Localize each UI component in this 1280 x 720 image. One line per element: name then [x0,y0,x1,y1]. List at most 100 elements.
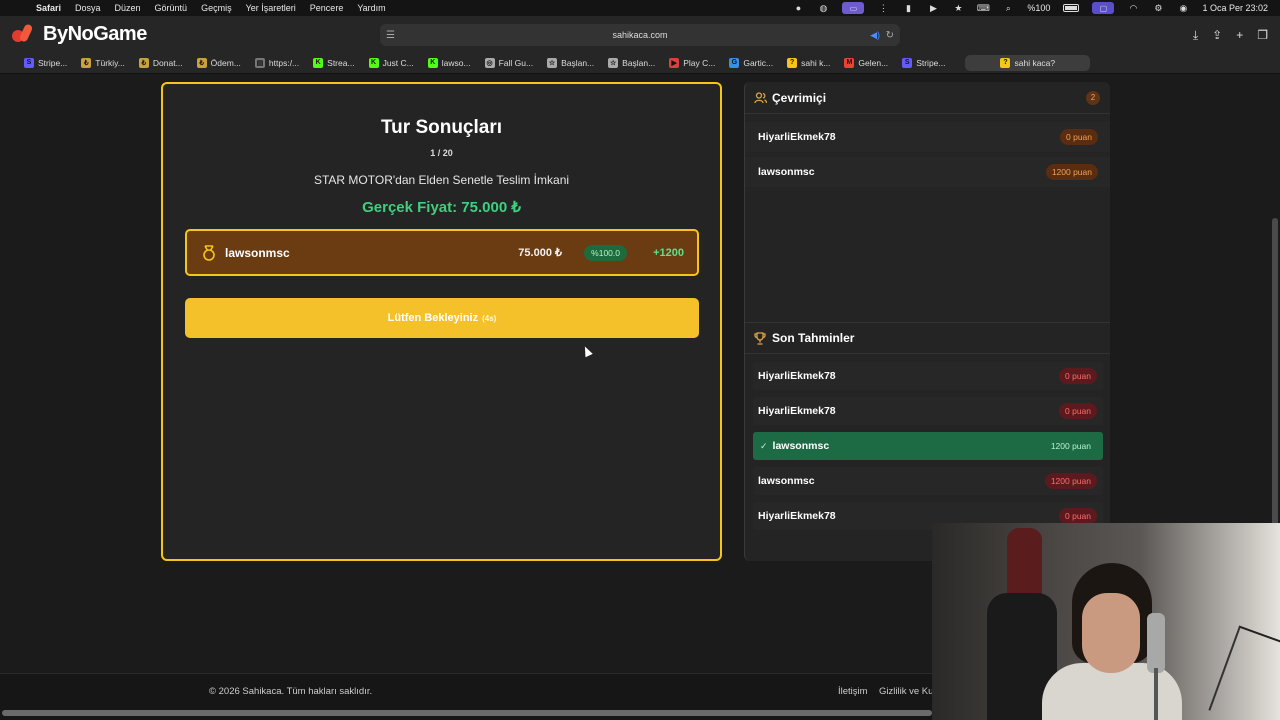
guess-row-correct: ✓ lawsonmsc 1200 puan [753,432,1103,460]
guess-score: 0 puan [1059,368,1097,384]
real-price: Gerçek Fiyat: 75.000 ₺ [362,199,521,216]
bookmark-item[interactable]: ₺ Ödem... [196,57,241,68]
record-icon[interactable]: ● [792,2,804,14]
bookmark-item[interactable]: M Gelen... [844,57,888,68]
stage-manager-icon[interactable]: ▢ [1092,2,1115,14]
audio-playing-icon[interactable]: ◀) [870,30,880,41]
steam-icon[interactable]: ◍ [817,2,829,14]
online-user-name: lawsonmsc [758,166,815,178]
tab-overview-icon[interactable]: ❐ [1257,28,1268,43]
online-user-row: lawsonmsc 1200 puan [745,157,1110,187]
menu-history[interactable]: Geçmiş [201,3,232,13]
winner-guess: 75.000 ₺ [518,247,562,259]
menu-file[interactable]: Dosya [75,3,101,13]
reload-icon[interactable]: ↻ [886,30,894,41]
new-tab-icon[interactable]: + [1236,28,1243,43]
address-bar[interactable]: ☰ sahikaca.com ◀) ↻ [380,24,900,46]
stripe-icon: S [24,57,34,68]
points-earned: +1200 [653,246,684,259]
kick-icon: K [313,57,324,68]
gartic-icon: G [729,57,740,68]
bookmark-item[interactable]: G Gartic... [729,57,773,68]
menu-app-name[interactable]: Safari [36,3,61,13]
kick-icon: K [368,57,379,68]
star-icon[interactable]: ★ [952,2,964,14]
bynogame-logo: ByNoGame [12,20,147,48]
bookmark-item[interactable]: ▶ Play C... [669,57,716,68]
question-icon: ? [1000,57,1011,68]
battery-icon[interactable] [1063,4,1080,12]
globe-icon: ◎ [484,57,495,68]
bookmark-item[interactable]: ₺ Türkiy... [81,57,125,68]
url-text[interactable]: sahikaca.com [612,30,667,40]
star-icon: ☆ [608,57,619,68]
bookmark-item[interactable]: S Stripe... [902,57,945,68]
countdown-timer: (4s) [482,313,497,323]
bookmark-label: Stripe... [38,57,68,68]
grid-icon[interactable]: ⋮ [877,2,889,14]
bookmark-label: Fall Gu... [498,57,534,68]
guess-user-name: HiyarliEkmek78 [758,405,836,417]
question-icon: ? [787,57,798,68]
screen-share-icon[interactable]: ▭ [842,2,865,14]
guess-user-name: lawsonmsc [772,440,830,452]
macos-menu-bar: Safari Dosya Düzen Görüntü Geçmiş Yer İş… [0,0,1280,16]
siri-icon[interactable]: ◉ [1177,2,1189,14]
bookmark-item[interactable]: K Strea... [313,57,355,68]
mic-arm-image [1154,668,1158,720]
clock[interactable]: 1 Oca Per 23:02 [1202,3,1268,13]
winner-name: lawsonmsc [225,245,290,260]
menu-edit[interactable]: Düzen [115,3,141,13]
privacy-link[interactable]: Gizlilik ve Ku [879,686,933,697]
gmail-icon: M [844,57,855,68]
online-user-score: 0 puan [1060,129,1098,145]
page-settings-icon[interactable]: ☰ [386,30,395,41]
online-user-name: HiyarliEkmek78 [758,131,836,143]
keyboard-icon[interactable]: ⌨ [977,2,990,14]
play-icon: ▶ [669,57,680,68]
microphone-image [1147,613,1165,673]
bookmark-item[interactable]: ◎ Fall Gu... [484,57,534,68]
wifi-icon[interactable]: ◠ [1127,2,1139,14]
online-header: Çevrimiçi 2 [745,82,1110,114]
bookmark-label: Başlan... [622,57,656,68]
guess-score: 1200 puan [1044,473,1097,489]
recent-guesses-title: Son Tahminler [772,331,855,345]
bookmark-label: Türkiy... [95,57,125,68]
download-icon[interactable]: ⤓ [1193,28,1198,43]
bookmark-item[interactable]: ₺ Donat... [138,57,183,68]
play-icon[interactable]: ▶ [927,2,939,14]
bookmark-item[interactable]: ▤ https:/... [254,57,299,68]
toolbar-actions: ⤓ ⇪ + ❐ [1193,28,1268,43]
browser-toolbar: ByNoGame ☰ sahikaca.com ◀) ↻ ⤓ ⇪ + ❐ [0,16,1280,52]
clipboard-icon[interactable]: ▮ [902,2,914,14]
bookmark-label: Başlan... [561,57,595,68]
menu-window[interactable]: Pencere [310,3,344,13]
bookmark-item[interactable]: ? sahi kaca? [965,54,1091,71]
bookmark-item[interactable]: ☆ Başlan... [608,57,656,68]
bookmark-item[interactable]: ☆ Başlan... [547,57,595,68]
guess-user-name: lawsonmsc [758,475,815,487]
bookmark-item[interactable]: K Just C... [368,57,414,68]
contact-link[interactable]: İletişim [838,686,868,697]
horizontal-scrollbar[interactable] [2,710,932,716]
share-icon[interactable]: ⇪ [1212,28,1222,43]
menu-help[interactable]: Yardım [357,3,385,13]
menubar-status-area: ● ◍ ▭ ⋮ ▮ ▶ ★ ⌨ ⌕ %100 ▢ ◠ ⚙ ◉ 1 Oca Per… [792,0,1268,16]
streamer-face-image [1082,593,1140,673]
winner-row: lawsonmsc 75.000 ₺ %100.0 +1200 [185,229,699,276]
bookmark-item[interactable]: Klawso... [427,57,471,68]
bookmark-item[interactable]: S Stripe... [24,57,68,68]
control-center-icon[interactable]: ⚙ [1152,2,1164,14]
online-count-badge: 2 [1086,90,1100,105]
logo-mark-icon [12,22,40,46]
side-panel: Çevrimiçi 2 HiyarliEkmek78 0 puan lawson… [744,82,1110,561]
recent-guesses-header: Son Tahminler [745,322,1110,354]
search-icon[interactable]: ⌕ [1002,2,1014,14]
bookmark-label: Play C... [683,57,716,68]
bookmark-item[interactable]: ? sahi k... [787,57,830,68]
menu-view[interactable]: Görüntü [155,3,188,13]
menu-bookmarks[interactable]: Yer İşaretleri [246,3,296,13]
please-wait-button[interactable]: Lütfen Bekleyiniz (4s) [185,298,699,338]
bookmark-label: lawso... [441,57,471,68]
